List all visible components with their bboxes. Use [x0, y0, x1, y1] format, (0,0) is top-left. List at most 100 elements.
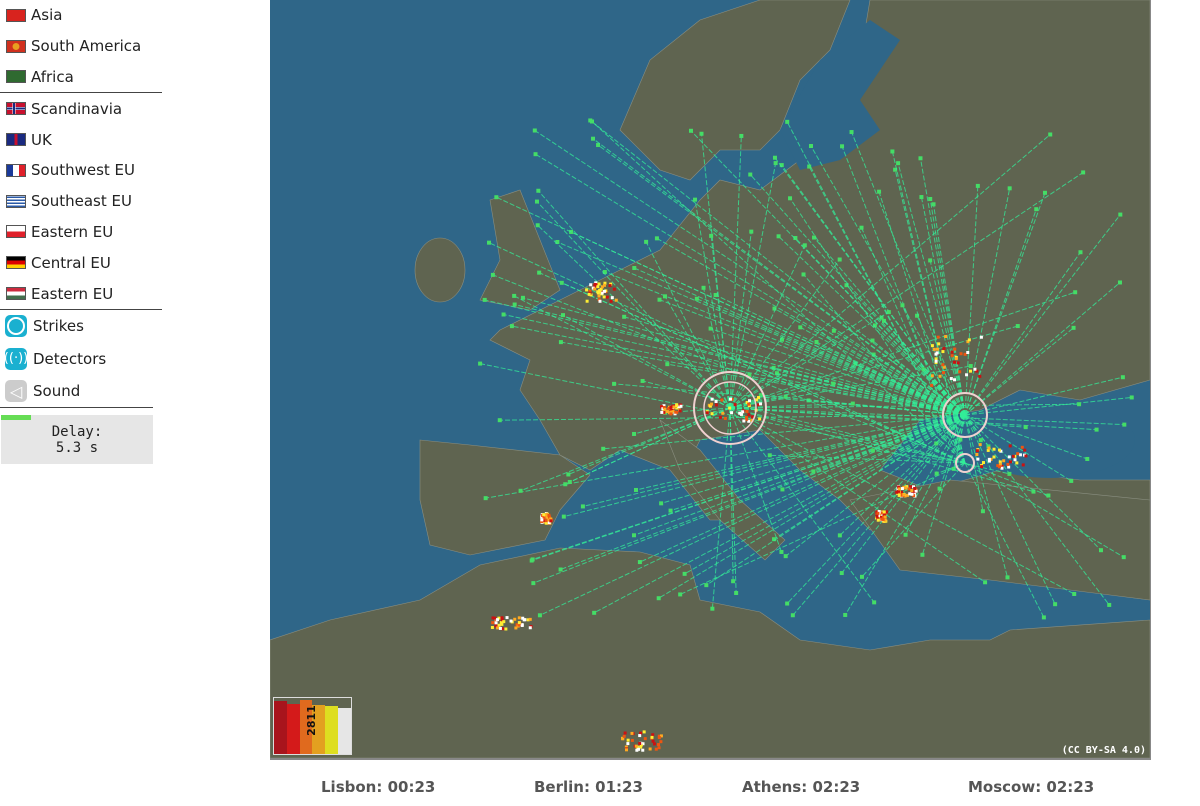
detectors-label: Detectors: [33, 349, 107, 368]
detector-marker: [978, 438, 983, 443]
detector-marker: [1107, 602, 1112, 607]
strike-dot: [678, 409, 682, 413]
strike-dot: [598, 290, 602, 294]
strikes-toggle[interactable]: Strikes: [0, 310, 165, 343]
strike-dot: [638, 734, 642, 738]
detector-marker: [709, 233, 714, 238]
detector-marker: [1053, 602, 1058, 607]
detector-marker: [1117, 280, 1122, 285]
flag-hungary-icon: [6, 287, 26, 301]
detector-marker: [934, 471, 939, 476]
strike-dot: [987, 446, 991, 450]
region-eastern-eu-hu[interactable]: Eastern EU: [0, 278, 165, 309]
region-south-america[interactable]: South America: [0, 31, 165, 62]
region-scandinavia[interactable]: Scandinavia: [0, 93, 165, 124]
detector-marker: [1118, 212, 1123, 217]
map-canvas[interactable]: [270, 0, 1150, 758]
strike-dot: [950, 354, 954, 358]
detector-marker: [710, 606, 715, 611]
detector-marker: [872, 600, 877, 605]
region-label: UK: [31, 130, 52, 149]
strike-dot: [654, 747, 658, 751]
strike-dot: [978, 443, 982, 447]
detector-marker: [534, 199, 539, 204]
strike-dot: [635, 748, 639, 752]
strike-dot: [589, 283, 593, 287]
detector-marker: [928, 196, 933, 201]
strike-dot: [605, 295, 609, 299]
region-label: Asia: [31, 6, 63, 25]
detector-marker: [870, 448, 875, 453]
strike-dot: [935, 347, 939, 351]
detector-marker: [688, 128, 693, 133]
strike-dot: [650, 735, 654, 739]
detector-marker: [1078, 250, 1083, 255]
legend-bar: [274, 700, 287, 754]
strike-dot: [517, 621, 521, 625]
strike-dot: [992, 455, 996, 459]
detector-marker: [1071, 325, 1076, 330]
detector-marker: [798, 325, 803, 330]
region-central-eu[interactable]: Central EU: [0, 247, 165, 278]
detector-marker: [840, 144, 845, 149]
region-southwest-eu[interactable]: Southwest EU: [0, 155, 165, 186]
strike-dot: [612, 287, 616, 291]
detector-marker: [637, 560, 642, 565]
detector-marker: [896, 161, 901, 166]
strike-dot: [710, 397, 714, 401]
region-africa[interactable]: Africa: [0, 62, 165, 93]
detector-marker: [808, 144, 813, 149]
lightning-map[interactable]: 2811 (CC BY-SA 4.0): [270, 0, 1151, 760]
detector-marker: [1077, 402, 1082, 407]
strike-dot: [491, 621, 495, 625]
detector-marker: [785, 119, 790, 124]
strike-dot: [979, 335, 983, 339]
strike-dot: [1011, 454, 1015, 458]
strike-dot: [1023, 448, 1027, 452]
strike-dot: [528, 617, 532, 621]
europe-list: Scandinavia UK Southwest EU Southeast EU…: [0, 93, 165, 309]
flag-greece-icon: [6, 194, 26, 208]
detector-marker: [772, 155, 777, 160]
detector-marker: [748, 172, 753, 177]
strike-dot: [714, 403, 718, 407]
strike-dot: [542, 513, 546, 517]
strike-dot: [651, 739, 655, 743]
detector-marker: [561, 514, 566, 519]
detector-marker: [632, 266, 637, 271]
strike-dot: [517, 616, 521, 620]
strike-dot: [609, 299, 613, 303]
strike-dot: [718, 415, 722, 419]
region-uk[interactable]: UK: [0, 124, 165, 155]
strike-dot: [747, 413, 751, 417]
strike-dot: [544, 513, 548, 517]
strike-dot: [674, 410, 678, 414]
detector-marker: [497, 418, 502, 423]
sound-toggle[interactable]: ◁ Sound: [0, 375, 165, 408]
strike-dot: [626, 738, 630, 742]
detector-marker: [1041, 615, 1046, 620]
region-southeast-eu[interactable]: Southeast EU: [0, 186, 165, 217]
strike-dot: [741, 410, 745, 414]
strike-dot: [622, 734, 626, 738]
strike-dot: [882, 510, 886, 514]
strike-dot: [720, 398, 724, 402]
strike-dot: [705, 411, 709, 415]
region-eastern-eu-pl[interactable]: Eastern EU: [0, 217, 165, 248]
detector-marker: [831, 328, 836, 333]
region-asia[interactable]: Asia: [0, 0, 165, 31]
strike-dot: [521, 616, 525, 620]
detector-marker: [734, 590, 739, 595]
detector-marker: [657, 297, 662, 302]
legend-bar: [286, 703, 300, 754]
strike-dot: [966, 350, 970, 354]
detectors-toggle[interactable]: ((·)) Detectors: [0, 342, 165, 375]
detector-marker: [529, 558, 534, 563]
detector-marker: [533, 152, 538, 157]
strike-dot: [967, 338, 971, 342]
strike-dot: [738, 411, 742, 415]
strike-dot: [602, 289, 606, 293]
strike-dot: [730, 411, 734, 415]
strike-dot: [505, 616, 509, 620]
strike-dot: [653, 742, 657, 746]
